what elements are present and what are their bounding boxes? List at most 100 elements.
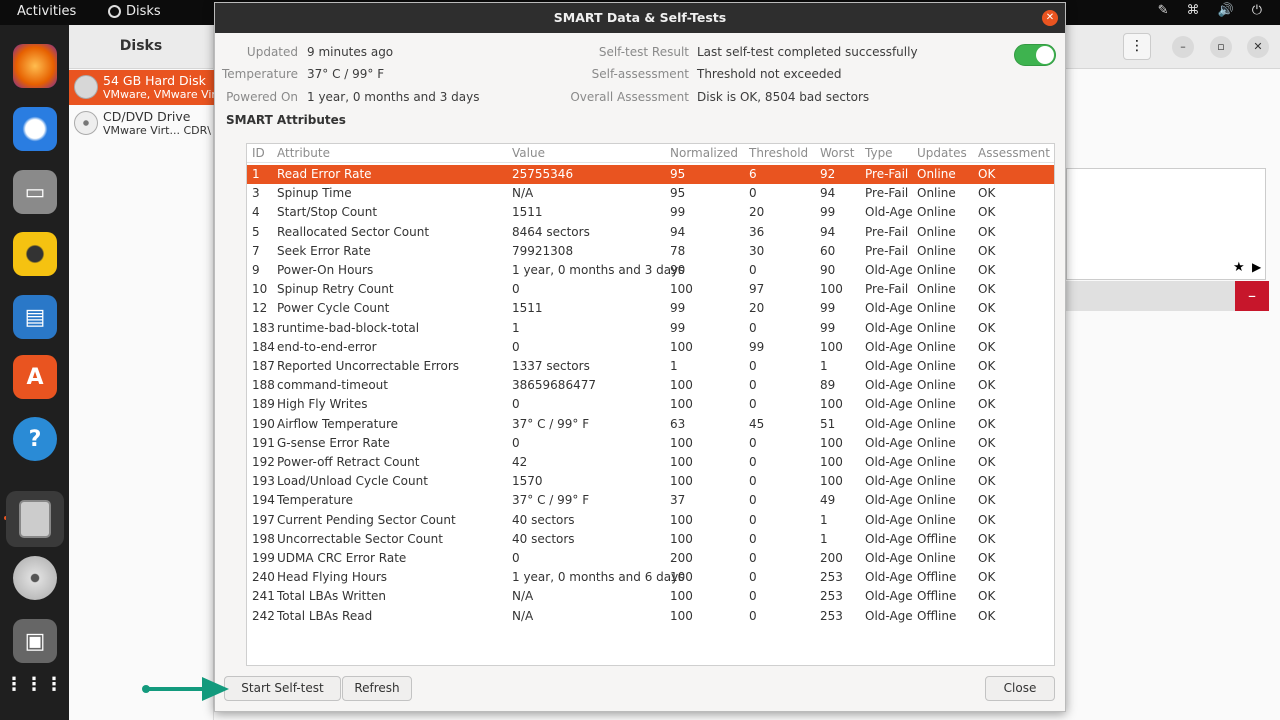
- col-id: 192: [252, 455, 275, 469]
- overall-assessment-label: Overall Assessment: [570, 90, 689, 104]
- writer-icon[interactable]: ▤: [13, 295, 57, 339]
- col-attribute: Reallocated Sector Count: [277, 224, 430, 239]
- col-worst: 1: [820, 359, 828, 373]
- table-header: ID Attribute Value Normalized Threshold Worst…: [247, 144, 1054, 163]
- remove-partition-button[interactable]: –: [1235, 281, 1269, 311]
- table-row[interactable]: 192 Power-off Retract Count 42 100 0 100 Old-A…: [247, 453, 1054, 472]
- play-icon[interactable]: ▶: [1252, 260, 1261, 274]
- col-value: 0: [512, 282, 520, 297]
- col-type: Pre-Fail: [865, 243, 909, 258]
- table-row[interactable]: 194 Temperature 37° C / 99° F 37 0 49 Old-Age O…: [247, 491, 1054, 510]
- col-worst-header[interactable]: Worst: [820, 144, 854, 163]
- col-worst: 89: [820, 378, 836, 393]
- volume-icon[interactable]: 🔊: [1218, 3, 1234, 18]
- refresh-button[interactable]: Refresh: [342, 676, 412, 701]
- table-row[interactable]: 184 end-to-end-error 0 100 99 100 Old-Age Onlin…: [247, 338, 1054, 357]
- col-worst: 94: [820, 186, 836, 201]
- drive-item[interactable]: 54 GB Hard Disk VMware, VMware Vir: [69, 70, 214, 105]
- rhythmbox-icon[interactable]: [13, 232, 57, 276]
- col-id: 184: [252, 339, 275, 354]
- start-selftest-button[interactable]: Start Self-test: [224, 676, 341, 701]
- accessibility-icon[interactable]: ✎: [1158, 3, 1169, 18]
- help-icon[interactable]: ?: [13, 417, 57, 461]
- table-row[interactable]: 187 Reported Uncorrectable Errors 1337 sec…: [247, 357, 1054, 376]
- table-row[interactable]: 189 High Fly Writes 0 100 0 100 Old-Age Online O…: [247, 395, 1054, 414]
- col-attribute: Power-On Hours: [277, 263, 374, 277]
- col-updates: Online: [917, 320, 956, 335]
- col-attribute: Start/Stop Count: [277, 205, 378, 220]
- col-id-header[interactable]: ID: [252, 144, 265, 163]
- minimize-button[interactable]: –: [1172, 36, 1194, 58]
- menu-button[interactable]: ⋮: [1123, 33, 1151, 60]
- col-type-header[interactable]: Type: [865, 144, 893, 163]
- temperature-label: Temperature: [221, 67, 298, 81]
- dialog-close-button[interactable]: Close: [985, 676, 1055, 701]
- col-threshold-header[interactable]: Threshold: [749, 144, 808, 163]
- show-apps-icon[interactable]: ⋮⋮⋮: [5, 662, 63, 706]
- self-assessment-label: Self-assessment: [591, 67, 689, 81]
- drive-item[interactable]: CD/DVD Drive VMware Virt... CDR\: [69, 106, 214, 141]
- cd-drive-icon[interactable]: [13, 556, 57, 600]
- col-attribute-header[interactable]: Attribute: [277, 144, 330, 163]
- table-row[interactable]: 193 Load/Unload Cycle Count 1570 100 0 100 Old…: [247, 472, 1054, 491]
- col-worst: 51: [820, 416, 836, 431]
- system-tray[interactable]: ✎ ⌘ 🔊 ⏻: [1158, 3, 1262, 18]
- col-updates-header[interactable]: Updates: [917, 144, 967, 163]
- col-worst: 253: [820, 570, 843, 585]
- table-row[interactable]: 190 Airflow Temperature 37° C / 99° F 63 45 5…: [247, 415, 1054, 434]
- table-row[interactable]: 242 Total LBAs Read N/A 100 0 253 Old-Age Offli…: [247, 607, 1054, 626]
- table-row[interactable]: 4 Start/Stop Count 1511 99 20 99 Old-Age Online…: [247, 203, 1054, 222]
- col-value-header[interactable]: Value: [512, 144, 545, 163]
- col-updates: Online: [917, 301, 956, 316]
- col-assessment-header[interactable]: Assessment: [978, 144, 1050, 163]
- firefox-icon[interactable]: [13, 44, 57, 88]
- power-icon[interactable]: ⏻: [1252, 3, 1262, 18]
- table-row[interactable]: 199 UDMA CRC Error Rate 0 200 0 200 Old-Age Onl…: [247, 549, 1054, 568]
- files-icon[interactable]: ▭: [13, 170, 57, 214]
- trash-icon[interactable]: ▣: [13, 619, 57, 663]
- table-row[interactable]: 183 runtime-bad-block-total 1 99 0 99 Old-Age O…: [247, 319, 1054, 338]
- disks-icon[interactable]: [6, 491, 64, 547]
- col-id: 194: [252, 493, 275, 508]
- col-assessment: OK: [978, 359, 996, 373]
- smart-enable-toggle[interactable]: [1014, 44, 1056, 66]
- col-type: Old-Age: [865, 512, 913, 527]
- col-value: 1 year, 0 months and 6 days: [512, 570, 685, 585]
- table-row[interactable]: 12 Power Cycle Count 1511 99 20 99 Old-Age Onli…: [247, 299, 1054, 318]
- table-row[interactable]: 240 Head Flying Hours 1 year, 0 months and…: [247, 568, 1054, 587]
- col-threshold: 0: [749, 378, 757, 393]
- table-row[interactable]: 188 command-timeout 38659686477 100 0 89 Old-A…: [247, 376, 1054, 395]
- network-icon[interactable]: ⌘: [1187, 3, 1200, 18]
- col-assessment: OK: [978, 224, 996, 239]
- close-icon[interactable]: ✕: [1042, 10, 1058, 26]
- table-row[interactable]: 241 Total LBAs Written N/A 100 0 253 Old-Age Of…: [247, 587, 1054, 606]
- table-row[interactable]: 198 Uncorrectable Sector Count 40 sectors 1…: [247, 530, 1054, 549]
- col-threshold: 0: [749, 531, 757, 546]
- col-assessment: OK: [978, 205, 996, 220]
- table-row[interactable]: 191 G-sense Error Rate 0 100 0 100 Old-Age Onli…: [247, 434, 1054, 453]
- table-row[interactable]: 197 Current Pending Sector Count 40 sector…: [247, 511, 1054, 530]
- col-type: Pre-Fail: [865, 224, 909, 239]
- maximize-button[interactable]: ▫: [1210, 36, 1232, 58]
- table-row[interactable]: 1 Read Error Rate 25755346 95 6 92 Pre-Fail Onl…: [247, 165, 1054, 184]
- table-row[interactable]: 7 Seek Error Rate 79921308 78 30 60 Pre-Fail On…: [247, 242, 1054, 261]
- col-updates: Online: [917, 474, 956, 489]
- col-type: Pre-Fail: [865, 186, 909, 201]
- close-button[interactable]: ✕: [1247, 36, 1269, 58]
- table-row[interactable]: 10 Spinup Retry Count 0 100 97 100 Pre-Fail Onl…: [247, 280, 1054, 299]
- col-id: 5: [252, 224, 260, 239]
- smart-attributes-table[interactable]: ID Attribute Value Normalized Threshold Worst…: [246, 143, 1055, 666]
- col-updates: Online: [917, 186, 956, 201]
- table-row[interactable]: 3 Spinup Time N/A 95 0 94 Pre-Fail Online OK: [247, 184, 1054, 203]
- activities-button[interactable]: Activities: [17, 4, 76, 19]
- col-normalized: 100: [670, 474, 693, 489]
- app-menu[interactable]: Disks: [108, 4, 161, 19]
- col-assessment: OK: [978, 282, 996, 297]
- col-updates: Online: [917, 339, 956, 354]
- table-row[interactable]: 5 Reallocated Sector Count 8464 sectors 94 3…: [247, 223, 1054, 242]
- star-icon[interactable]: ★: [1233, 260, 1245, 275]
- thunderbird-icon[interactable]: [13, 107, 57, 151]
- col-normalized-header[interactable]: Normalized: [670, 144, 738, 163]
- software-icon[interactable]: A: [13, 355, 57, 399]
- table-row[interactable]: 9 Power-On Hours 1 year, 0 months and 3 da…: [247, 261, 1054, 280]
